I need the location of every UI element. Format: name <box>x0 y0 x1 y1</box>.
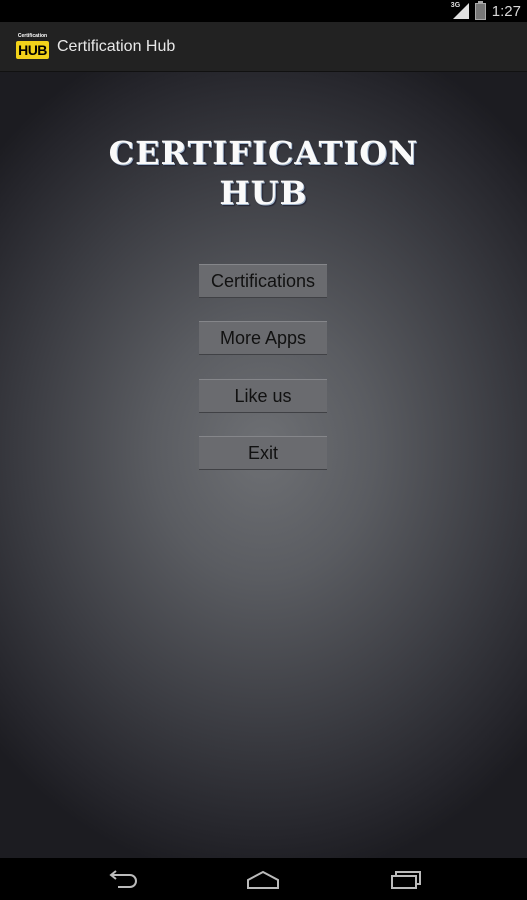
home-icon[interactable] <box>243 866 283 892</box>
like-us-button[interactable]: Like us <box>199 379 327 413</box>
navigation-bar <box>0 858 527 900</box>
logo-line-2: HUB <box>219 174 308 212</box>
back-icon[interactable] <box>102 866 142 892</box>
clock: 1:27 <box>491 2 521 20</box>
signal-icon: 3G <box>451 2 469 20</box>
status-icons: 3G 1:27 <box>451 0 521 22</box>
app-icon-hub-text: HUB <box>16 40 49 59</box>
app-icon-small-text: Certification <box>17 32 48 39</box>
more-apps-button[interactable]: More Apps <box>199 321 327 355</box>
recent-apps-icon[interactable] <box>386 866 426 892</box>
app-title: Certification Hub <box>57 37 176 55</box>
logo-line-1: CERTIFICATION <box>108 134 419 172</box>
exit-button[interactable]: Exit <box>199 436 327 470</box>
action-bar: Certification HUB Certification Hub <box>0 22 527 72</box>
battery-icon <box>474 0 486 20</box>
main-content: CERTIFICATION HUB Certifications More Ap… <box>0 72 527 858</box>
certifications-button[interactable]: Certifications <box>199 264 327 298</box>
status-bar: 3G 1:27 <box>0 0 527 22</box>
app-icon[interactable]: Certification HUB <box>16 33 49 61</box>
